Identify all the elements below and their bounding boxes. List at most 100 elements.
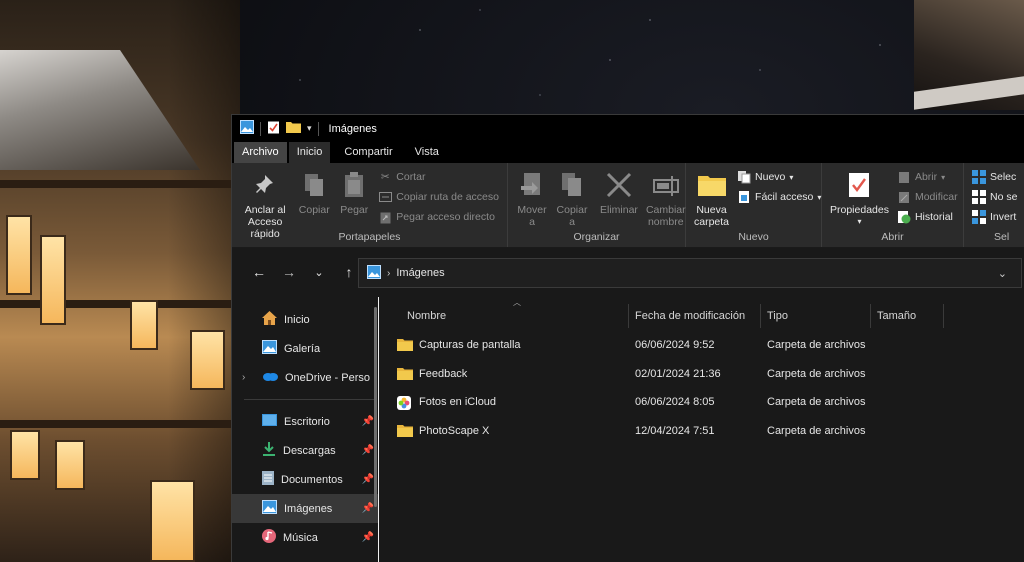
edit-button[interactable]: Modificar	[897, 189, 958, 205]
gallery-icon	[262, 340, 277, 357]
nav-item-musica[interactable]: Música 📌	[232, 523, 378, 552]
nav-item-escritorio[interactable]: Escritorio 📌	[232, 407, 378, 436]
back-arrow-icon[interactable]: ←	[244, 257, 274, 287]
column-header-size[interactable]: Tamaño	[871, 304, 944, 328]
file-type: Carpeta de archivos	[767, 339, 866, 352]
open-button[interactable]: Abrir ▾	[897, 169, 958, 185]
downloads-icon	[262, 442, 276, 459]
nav-item-imagenes[interactable]: Imágenes 📌	[232, 494, 378, 523]
breadcrumb-imagenes[interactable]: Imágenes	[396, 267, 444, 279]
file-row[interactable]: Capturas de pantalla 06/06/2024 9:52 Car…	[379, 331, 1024, 360]
scissors-icon: ✂	[380, 171, 390, 183]
select-all-icon	[972, 170, 986, 184]
copy-icon	[298, 169, 330, 201]
folder-icon	[397, 367, 413, 380]
group-abrir: Propiedades ▾ Abrir ▾ Modificar Historial…	[822, 163, 964, 247]
paste-shortcut-icon	[378, 210, 392, 224]
pictures-icon	[262, 500, 277, 517]
group-seleccionar: Selec No se Invert Sel	[964, 163, 1024, 247]
wallpaper-roof-right	[914, 0, 1024, 110]
file-row[interactable]: Fotos en iCloud 06/06/2024 8:05 Carpeta …	[379, 388, 1024, 417]
file-name: PhotoScape X	[419, 424, 490, 437]
tab-inicio[interactable]: Inicio	[288, 142, 331, 163]
music-icon	[262, 529, 276, 546]
address-history-chevron-icon[interactable]: ⌄	[998, 267, 1007, 280]
new-folder-icon	[696, 169, 728, 201]
file-date: 06/06/2024 8:05	[635, 396, 715, 409]
nav-item-descargas[interactable]: Descargas 📌	[232, 436, 378, 465]
history-icon	[897, 210, 911, 224]
group-label-portapapeles: Portapapeles	[338, 231, 401, 243]
column-headers: ︿ Nombre Fecha de modificación Tipo Tama…	[379, 298, 1024, 331]
nav-scrollbar-thumb[interactable]	[374, 307, 377, 507]
nav-item-inicio[interactable]: Inicio	[232, 305, 378, 334]
ribbon-tabs: Archivo Inicio Compartir Vista	[232, 142, 1024, 163]
expand-chevron-icon[interactable]: ›	[242, 372, 245, 383]
nav-item-documentos[interactable]: Documentos 📌	[232, 465, 378, 494]
open-icon	[897, 170, 911, 184]
cut-button[interactable]: ✂ Cortar	[378, 169, 499, 185]
new-item-icon	[737, 170, 751, 184]
title-bar: ▾ Imágenes	[232, 115, 1024, 142]
file-name: Capturas de pantalla	[419, 339, 521, 352]
easy-access-icon	[737, 190, 751, 204]
properties-quick-access-icon[interactable]	[267, 121, 280, 137]
group-portapapeles: Anclar al Acceso rápido Copiar Pegar ✂ Co…	[232, 163, 508, 247]
file-type: Carpeta de archivos	[767, 396, 866, 409]
forward-arrow-icon[interactable]: →	[274, 257, 304, 287]
column-header-type[interactable]: Tipo	[761, 304, 871, 328]
copy-to-icon	[556, 169, 588, 201]
desktop-icon	[262, 414, 277, 429]
new-item-button[interactable]: Nuevo ▾	[737, 169, 821, 185]
pictures-location-icon	[367, 264, 381, 282]
tab-compartir[interactable]: Compartir	[336, 142, 400, 163]
paste-shortcut-button[interactable]: Pegar acceso directo	[378, 209, 499, 225]
select-none-button[interactable]: No se	[972, 189, 1017, 205]
nav-divider	[244, 399, 374, 400]
group-label-seleccionar: Sel	[994, 231, 1010, 243]
tab-archivo[interactable]: Archivo	[234, 142, 287, 163]
column-header-date[interactable]: Fecha de modificación	[629, 304, 761, 328]
pictures-app-icon	[240, 120, 254, 137]
onedrive-icon	[262, 371, 278, 384]
copy-path-button[interactable]: Copiar ruta de acceso	[378, 189, 499, 205]
file-row[interactable]: Feedback 02/01/2024 21:36 Carpeta de arc…	[379, 360, 1024, 389]
file-name: Fotos en iCloud	[419, 396, 497, 409]
content-area: Inicio Galería › OneDrive - Perso Escrit…	[232, 297, 1024, 562]
recent-locations-chevron-icon[interactable]: ⌄	[304, 257, 334, 287]
delete-x-icon	[603, 169, 635, 201]
address-bar[interactable]: › Imágenes ⌄	[358, 258, 1022, 288]
file-row[interactable]: PhotoScape X 12/04/2024 7:51 Carpeta de …	[379, 417, 1024, 446]
sort-ascending-icon: ︿	[513, 298, 521, 307]
properties-icon	[843, 169, 875, 201]
file-type: Carpeta de archivos	[767, 367, 866, 380]
file-name: Feedback	[419, 367, 468, 380]
group-label-organizar: Organizar	[573, 231, 620, 243]
nav-item-onedrive[interactable]: › OneDrive - Perso	[232, 363, 378, 392]
folder-icon	[397, 424, 413, 437]
file-date: 02/01/2024 21:36	[635, 367, 721, 380]
ribbon: Anclar al Acceso rápido Copiar Pegar ✂ Co…	[232, 163, 1024, 248]
window-title: Imágenes	[328, 122, 377, 135]
paste-icon	[338, 169, 370, 201]
select-all-button[interactable]: Selec	[972, 169, 1017, 185]
nav-item-galeria[interactable]: Galería	[232, 334, 378, 363]
group-label-abrir: Abrir	[881, 231, 904, 243]
column-header-name[interactable]: Nombre	[379, 304, 629, 328]
invert-selection-icon	[972, 210, 986, 224]
tab-vista[interactable]: Vista	[407, 142, 447, 163]
pin-icon	[249, 169, 281, 201]
new-folder-quick-access-icon[interactable]	[286, 121, 301, 136]
invert-selection-button[interactable]: Invert	[972, 209, 1017, 225]
icloud-photos-icon	[397, 396, 413, 411]
easy-access-button[interactable]: Fácil acceso ▾	[737, 189, 821, 205]
folder-icon	[397, 339, 413, 352]
customize-quick-access-icon[interactable]: ▾	[307, 123, 312, 134]
select-none-icon	[972, 190, 986, 204]
history-button[interactable]: Historial	[897, 209, 958, 225]
group-label-nuevo: Nuevo	[738, 231, 769, 243]
nav-scrollbar[interactable]	[372, 297, 378, 562]
group-organizar: Mover a Copiar a Eliminar Cambiar nombre…	[508, 163, 686, 247]
group-nuevo: Nueva carpeta Nuevo ▾ Fácil acceso ▾ Nuevo	[686, 163, 822, 247]
breadcrumb-separator-icon[interactable]: ›	[387, 268, 390, 279]
